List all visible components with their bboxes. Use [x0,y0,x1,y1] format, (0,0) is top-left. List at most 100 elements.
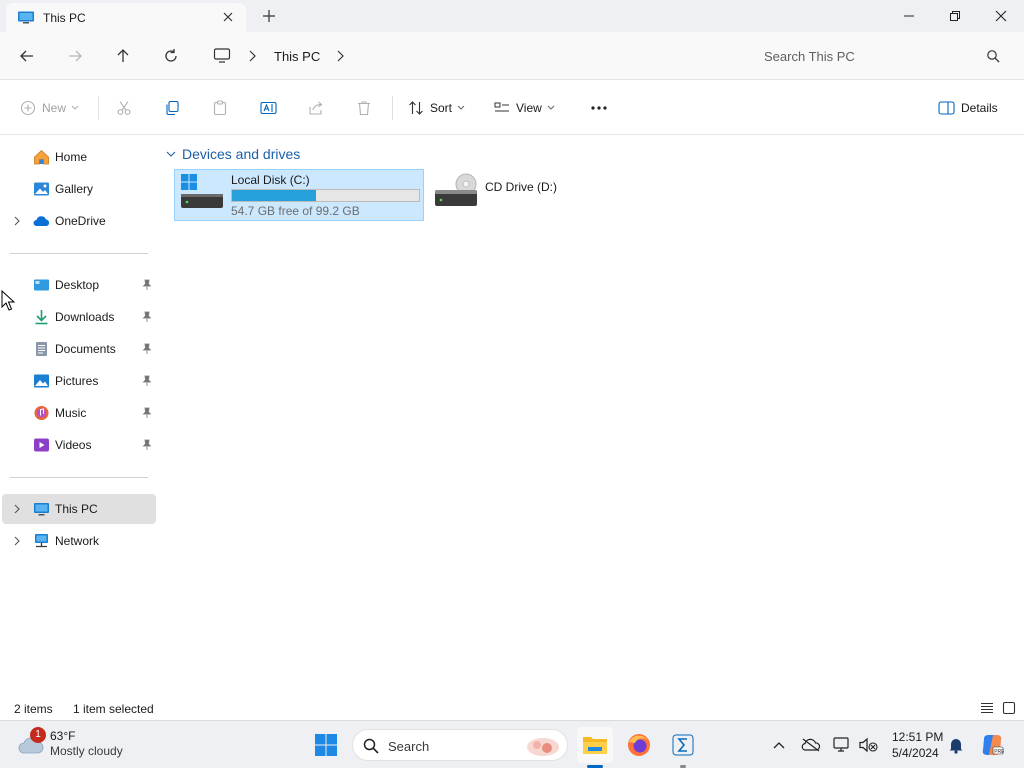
details-view-icon[interactable] [980,701,994,715]
sidebar-item-desktop[interactable]: Desktop [2,270,156,300]
plus-circle-icon [20,100,36,116]
start-button-windows-icon[interactable] [314,733,338,757]
sidebar-item-label: Home [55,150,88,164]
sidebar-item-music[interactable]: Music [2,398,156,428]
network-icon [35,534,48,548]
clipboard-icon [213,100,227,116]
weather-widget[interactable]: 1 63°F Mostly cloudy [16,727,156,763]
sidebar-item-videos[interactable]: Videos [2,430,156,460]
sidebar-item-network[interactable]: Network [2,526,156,556]
sidebar-item-onedrive[interactable]: OneDrive [2,206,156,236]
sidebar-item-documents[interactable]: Documents [2,334,156,364]
chevron-right-icon[interactable] [334,49,346,63]
sidebar-item-downloads[interactable]: Downloads [2,302,156,332]
delete-button[interactable] [356,97,372,119]
status-bar: 2 items 1 item selected [0,695,1024,720]
sidebar-divider [10,477,148,478]
sidebar-divider [10,253,148,254]
details-pane-icon [938,101,955,115]
sidebar-item-label: Desktop [55,278,100,292]
drive-cd-d[interactable]: CD Drive (D:) [428,169,678,221]
title-bar: This PC [0,0,1024,32]
show-hidden-icons-button[interactable] [769,735,789,755]
close-tab-icon[interactable] [220,9,236,25]
breadcrumb[interactable]: This PC [204,42,740,70]
clock-time[interactable]: 12:51 PM [892,730,943,744]
more-dots-icon [591,106,607,110]
bell-icon [949,739,963,754]
copy-icon [166,100,179,116]
pin-icon[interactable] [142,343,152,355]
command-bar: New Sort View Details [0,80,1024,135]
group-title: Devices and drives [182,146,301,162]
pin-icon[interactable] [142,375,152,387]
new-button[interactable]: New [20,97,79,119]
sidebar-item-gallery[interactable]: Gallery [2,174,156,204]
clock-date[interactable]: 5/4/2024 [892,746,939,760]
svg-text:PRE: PRE [994,749,1004,755]
sidebar-item-pictures[interactable]: Pictures [2,366,156,396]
sidebar-item-home[interactable]: Home [2,142,156,172]
tab-title: This PC [43,11,86,25]
view-label: View [516,101,542,115]
cut-button[interactable] [116,97,132,119]
details-pane-button[interactable]: Details [938,97,998,119]
taskbar-search-box[interactable]: Search [352,729,568,761]
pin-icon[interactable] [142,279,152,291]
minimize-button[interactable] [886,0,932,32]
mouse-cursor-icon [1,290,15,311]
notifications-button[interactable] [946,735,966,755]
tray-network[interactable] [832,735,852,755]
sidebar-item-this-pc[interactable]: This PC [2,494,156,524]
tab-this-pc[interactable]: This PC [6,3,246,32]
tray-volume[interactable] [858,735,878,755]
copilot-icon[interactable]: PRE [980,733,1004,757]
home-icon [34,149,49,165]
restore-button[interactable] [932,0,978,32]
gallery-icon [34,182,49,196]
more-options-button[interactable] [590,97,608,119]
chevron-right-icon[interactable] [246,49,258,63]
rename-button[interactable] [260,97,278,119]
new-tab-icon[interactable] [260,7,278,25]
drive-name: CD Drive (D:) [485,180,557,194]
sigma-icon [672,734,694,756]
pin-icon[interactable] [142,311,152,323]
chevron-right-icon[interactable] [12,503,22,515]
chevron-right-icon[interactable] [12,535,22,547]
refresh-button[interactable] [158,44,184,68]
taskbar-firefox[interactable] [621,727,657,763]
trash-icon [358,101,370,116]
sort-label: Sort [430,101,453,115]
search-input[interactable]: Search This PC [748,42,1012,70]
pin-icon[interactable] [142,407,152,419]
toolbar-divider [98,96,99,120]
sort-button[interactable]: Sort [408,97,465,119]
paste-button[interactable] [212,97,228,119]
sidebar-item-label: Documents [55,342,116,356]
drive-usage-fill [232,190,316,201]
pin-icon[interactable] [142,439,152,451]
sort-icon [409,101,423,115]
drive-local-disk-c[interactable]: Local Disk (C:) 54.7 GB free of 99.2 GB [174,169,424,221]
up-button[interactable] [110,44,136,68]
taskbar-search-label: Search [388,739,430,754]
taskbar-file-explorer[interactable] [577,727,613,763]
close-window-button[interactable] [978,0,1024,32]
view-button[interactable]: View [494,97,555,119]
taskbar-sigma-app[interactable] [665,727,701,763]
chevron-right-icon[interactable] [12,215,22,227]
this-pc-icon [34,503,49,516]
drive-name: Local Disk (C:) [231,173,310,187]
ethernet-icon [833,737,849,752]
copy-button[interactable] [164,97,180,119]
tray-onedrive[interactable] [801,735,821,755]
sidebar-item-label: Videos [55,438,92,452]
group-header-devices[interactable]: Devices and drives [166,145,300,163]
forward-button[interactable] [62,44,88,68]
breadcrumb-item-this-pc[interactable]: This PC [274,49,320,64]
sidebar-item-label: This PC [55,502,98,516]
tiles-view-icon[interactable] [1002,701,1016,715]
back-button[interactable] [14,44,40,68]
share-button[interactable] [308,97,324,119]
